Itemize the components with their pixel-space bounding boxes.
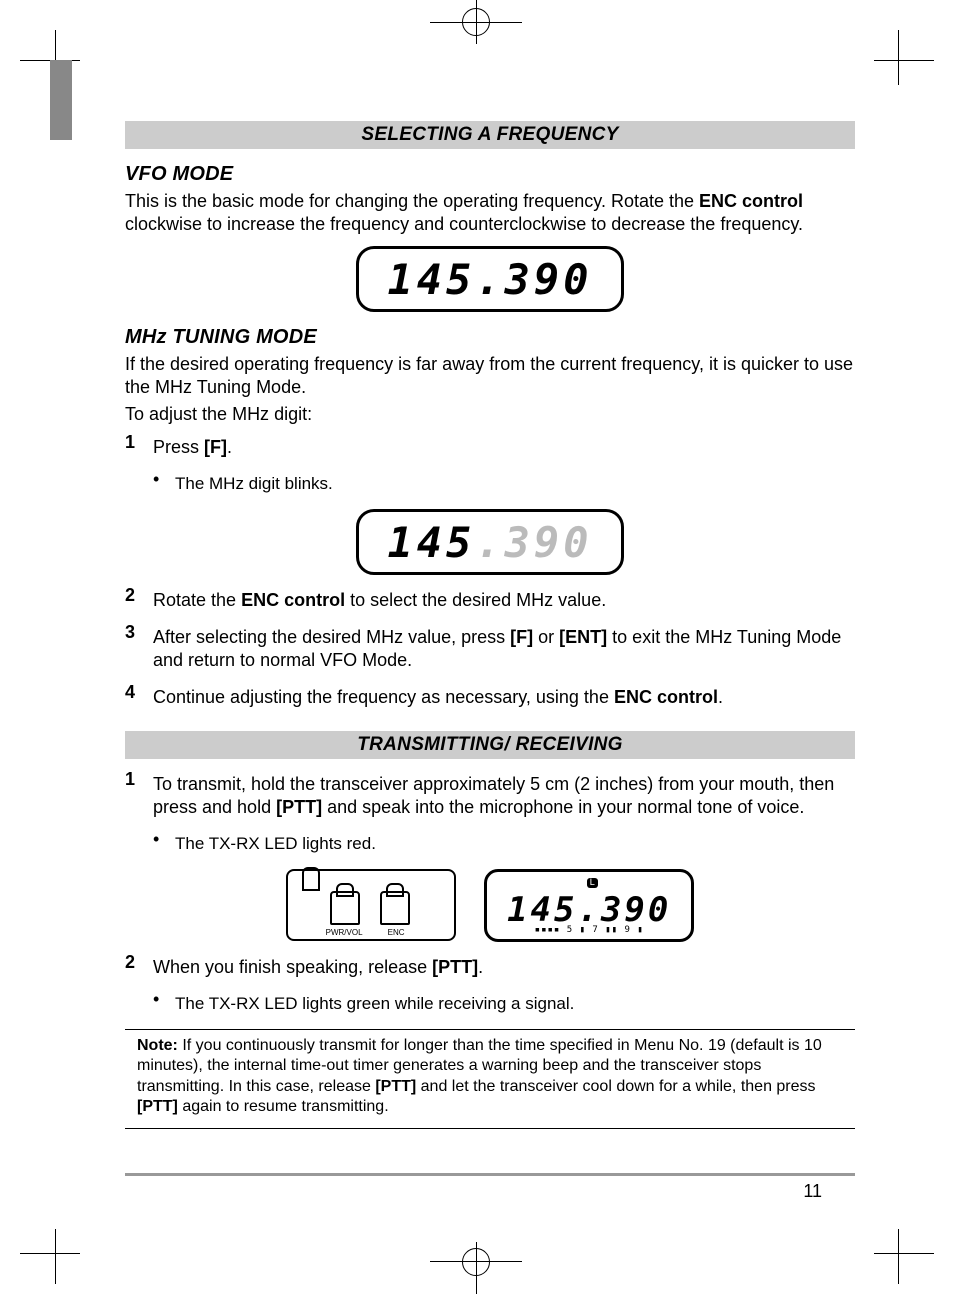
- text-bold: ENC control: [614, 687, 718, 707]
- step-text: To transmit, hold the transceiver approx…: [153, 773, 855, 819]
- crop-mark: [898, 30, 899, 85]
- lcd-display-3: L 145.390 ▪▪▪▪ 5 ▮ 7 ▮▮ 9 ▮: [484, 869, 694, 942]
- horizontal-rule: [125, 1029, 855, 1030]
- text: Press: [153, 437, 204, 457]
- text: or: [533, 627, 559, 647]
- step-1-bullet: • The MHz digit blinks.: [153, 469, 855, 499]
- bullet-dot: •: [153, 469, 175, 499]
- crop-mark: [20, 1253, 80, 1254]
- lcd-digits: 145.390: [507, 893, 671, 927]
- bullet-text: The MHz digit blinks.: [175, 473, 855, 495]
- tx-step-1-bullet: • The TX-RX LED lights red.: [153, 829, 855, 859]
- lcd-digits-main: 145: [387, 518, 475, 567]
- step-number: 4: [125, 682, 153, 713]
- device-top-illustration: PWR/VOL ENC: [286, 869, 456, 941]
- text: and speak into the microphone in your no…: [322, 797, 804, 817]
- step-text: Continue adjusting the frequency as nece…: [153, 686, 855, 709]
- note-label: Note:: [137, 1037, 178, 1054]
- section-header-transmitting-receiving: TRANSMITTING/ RECEIVING: [125, 731, 855, 759]
- bullet-text: The TX-RX LED lights green while receivi…: [175, 993, 855, 1015]
- lcd-digits-blinking: .390: [475, 518, 592, 567]
- step-text: Press [F].: [153, 436, 855, 459]
- knob-label: PWR/VOL: [326, 928, 363, 937]
- page-number: 11: [803, 1181, 822, 1202]
- note-block: Note: If you continuously transmit for l…: [125, 1036, 855, 1118]
- text: to select the desired MHz value.: [345, 590, 606, 610]
- text: When you finish speaking, release: [153, 957, 432, 977]
- bullet-dot: •: [153, 989, 175, 1019]
- lcd-display-1: 145.390: [125, 246, 855, 312]
- step-number: 1: [125, 769, 153, 823]
- text-bold: [F]: [510, 627, 533, 647]
- lcd-digits: 145.390: [387, 259, 592, 301]
- enc-knob-icon: [380, 891, 410, 925]
- heading-mhz-tuning-mode: MHz TUNING MODE: [125, 326, 855, 349]
- text-bold: [PTT]: [276, 797, 322, 817]
- step-number: 1: [125, 432, 153, 463]
- text: This is the basic mode for changing the …: [125, 191, 699, 211]
- tx-step-2-bullet: • The TX-RX LED lights green while recei…: [153, 989, 855, 1019]
- text: .: [478, 957, 483, 977]
- step-number: 2: [125, 952, 153, 983]
- knob-label: ENC: [388, 928, 405, 937]
- text: .: [718, 687, 723, 707]
- lcd-display-2: 145.390: [125, 509, 855, 575]
- lock-l-icon: L: [587, 878, 598, 888]
- text-bold: [F]: [204, 437, 227, 457]
- pwr-vol-knob-icon: [330, 891, 360, 925]
- tx-step-2: 2 When you finish speaking, release [PTT…: [125, 952, 855, 983]
- text: Continue adjusting the frequency as nece…: [153, 687, 614, 707]
- step-text: After selecting the desired MHz value, p…: [153, 626, 855, 672]
- crop-mark: [874, 60, 934, 61]
- crop-mark: [898, 1229, 899, 1284]
- antenna-icon: [302, 867, 320, 891]
- section-header-selecting-frequency: SELECTING A FREQUENCY: [125, 121, 855, 149]
- side-tab-marker: [50, 60, 72, 140]
- text-bold: ENC control: [699, 191, 803, 211]
- step-number: 3: [125, 622, 153, 676]
- page-content: SELECTING A FREQUENCY VFO MODE This is t…: [125, 115, 855, 1135]
- text: clockwise to increase the frequency and …: [125, 214, 803, 234]
- step-2: 2 Rotate the ENC control to select the d…: [125, 585, 855, 616]
- step-4: 4 Continue adjusting the frequency as ne…: [125, 682, 855, 713]
- lcd-digits: 145.390: [387, 522, 592, 564]
- footer-rule: [125, 1173, 855, 1176]
- step-text: When you finish speaking, release [PTT].: [153, 956, 855, 979]
- text-bold: [PTT]: [137, 1098, 178, 1115]
- text: and let the transceiver cool down for a …: [416, 1078, 815, 1095]
- text: .: [227, 437, 232, 457]
- text-bold: [ENT]: [559, 627, 607, 647]
- crop-mark: [874, 1253, 934, 1254]
- step-3: 3 After selecting the desired MHz value,…: [125, 622, 855, 676]
- step-text: Rotate the ENC control to select the des…: [153, 589, 855, 612]
- device-figure-row: PWR/VOL ENC L 145.390 ▪▪▪▪ 5 ▮ 7 ▮▮ 9 ▮: [125, 869, 855, 942]
- bullet-text: The TX-RX LED lights red.: [175, 833, 855, 855]
- text: Rotate the: [153, 590, 241, 610]
- text: again to resume transmitting.: [178, 1098, 389, 1115]
- heading-vfo-mode: VFO MODE: [125, 163, 855, 186]
- step-1: 1 Press [F].: [125, 432, 855, 463]
- tx-step-1: 1 To transmit, hold the transceiver appr…: [125, 769, 855, 823]
- mhz-paragraph-1: If the desired operating frequency is fa…: [125, 353, 855, 399]
- crop-mark: [476, 1242, 477, 1294]
- text-bold: ENC control: [241, 590, 345, 610]
- text: After selecting the desired MHz value, p…: [153, 627, 510, 647]
- horizontal-rule: [125, 1128, 855, 1129]
- mhz-paragraph-2: To adjust the MHz digit:: [125, 403, 855, 426]
- crop-mark: [55, 1229, 56, 1284]
- text-bold: [PTT]: [432, 957, 478, 977]
- vfo-paragraph: This is the basic mode for changing the …: [125, 190, 855, 236]
- text-bold: [PTT]: [375, 1078, 416, 1095]
- crop-mark: [476, 0, 477, 44]
- bullet-dot: •: [153, 829, 175, 859]
- step-number: 2: [125, 585, 153, 616]
